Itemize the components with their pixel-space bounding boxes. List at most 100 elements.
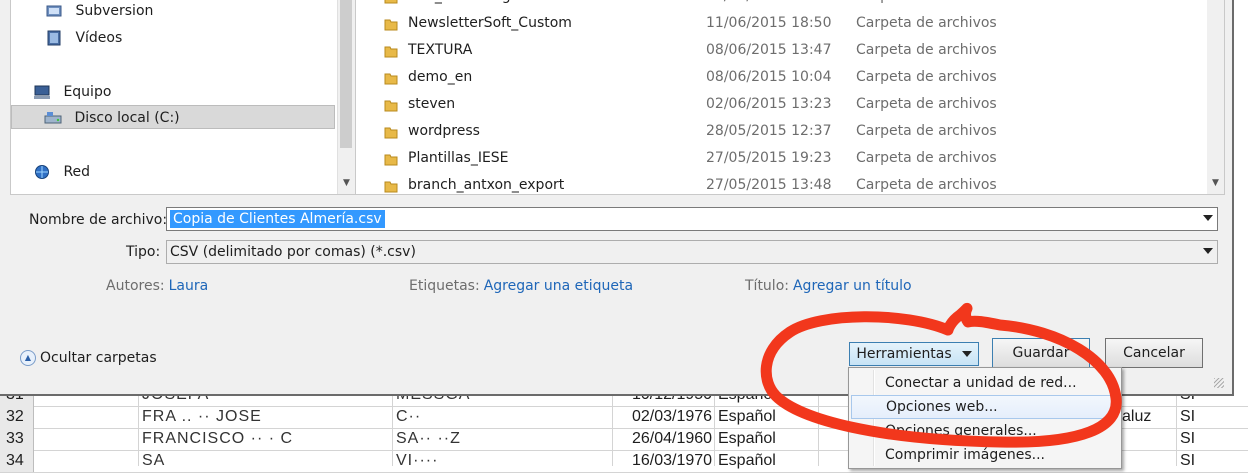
title-label: Título: <box>745 278 789 294</box>
drive-icon <box>44 112 62 124</box>
type-label: Tipo: <box>126 244 161 260</box>
language-cell[interactable]: Español <box>718 428 814 450</box>
network-icon <box>35 165 49 179</box>
nav-item-label: Red <box>63 164 91 180</box>
file-row[interactable]: TEXTURA 08/06/2015 13:47 Carpeta de arch… <box>356 37 1206 64</box>
menu-item-compress-pictures[interactable]: Comprimir imágenes... <box>851 443 1117 467</box>
language-cell[interactable]: Español <box>718 406 814 428</box>
folder-icon <box>384 19 398 31</box>
chevron-down-icon[interactable] <box>1203 248 1213 254</box>
file-row[interactable]: Plantillas_IESE 27/05/2015 19:23 Carpeta… <box>356 145 1206 172</box>
flag-cell[interactable]: SI <box>1180 406 1240 428</box>
date-cell[interactable]: 16/03/1970 <box>632 450 712 472</box>
nav-item-videos[interactable]: Vídeos <box>45 26 122 50</box>
file-date: 08/06/2015 10:04 <box>706 69 832 85</box>
date-cell[interactable]: 02/03/1976 <box>632 406 712 428</box>
save-button[interactable]: Guardar <box>992 338 1090 368</box>
file-name: branch_antxon_export <box>408 177 565 193</box>
chevron-up-icon[interactable]: ▲ <box>20 350 36 366</box>
file-row[interactable]: branch_antxon_export 27/05/2015 13:48 Ca… <box>356 172 1206 199</box>
authors-value[interactable]: Laura <box>169 278 209 294</box>
authors-label: Autores: <box>106 278 165 294</box>
videos-icon <box>47 30 61 46</box>
tags-field[interactable]: Etiquetas: Agregar una etiqueta <box>409 278 633 294</box>
surname-cell[interactable]: VI···· <box>396 450 606 472</box>
cancel-button[interactable]: Cancelar <box>1105 338 1203 368</box>
row-number[interactable]: 33 <box>0 428 34 450</box>
menu-item-map-network-drive[interactable]: Conectar a unidad de red... <box>851 371 1117 395</box>
tags-label: Etiquetas: <box>409 278 480 294</box>
chevron-down-icon <box>961 351 972 357</box>
file-name: NewsletterSoft_Custom <box>408 15 572 31</box>
file-name: wordpress <box>408 123 480 139</box>
file-list[interactable]: test_edmdiseghes 12/06/2015 17:26 Carpet… <box>355 0 1225 195</box>
menu-item-label: Comprimir imágenes... <box>885 447 1045 463</box>
tools-label: Herramientas <box>856 346 952 362</box>
file-date: 08/06/2015 13:47 <box>706 42 832 58</box>
surname-cell[interactable]: C·· <box>396 406 606 428</box>
folder-icon <box>384 0 398 4</box>
authors-field[interactable]: Autores: Laura <box>106 278 208 294</box>
chevron-down-icon[interactable] <box>1203 215 1213 221</box>
folder-icon <box>384 127 398 139</box>
name-cell[interactable]: FRA .. ·· JOSE <box>142 406 382 428</box>
scroll-down-icon[interactable]: ▼ <box>1207 178 1224 188</box>
file-list-scrollbar[interactable]: ▼ <box>1207 0 1224 194</box>
file-row[interactable]: demo_en 08/06/2015 10:04 Carpeta de arch… <box>356 64 1206 91</box>
file-date: 11/06/2015 18:50 <box>706 15 832 31</box>
file-row[interactable]: NewsletterSoft_Custom 11/06/2015 18:50 C… <box>356 10 1206 37</box>
file-date: 27/05/2015 13:48 <box>706 177 832 193</box>
language-cell[interactable]: Español <box>718 450 814 472</box>
folder-icon <box>384 46 398 58</box>
file-date: 12/06/2015 17:26 <box>706 0 832 10</box>
computer-icon <box>34 85 50 99</box>
tags-value[interactable]: Agregar una etiqueta <box>484 278 633 294</box>
scroll-down-icon[interactable]: ▼ <box>338 178 355 188</box>
folder-icon <box>384 181 398 193</box>
file-name: test_edmdiseghes <box>408 0 535 10</box>
resize-grip[interactable] <box>1214 378 1224 388</box>
title-value[interactable]: Agregar un título <box>793 278 912 294</box>
tools-button[interactable]: Herramientas <box>849 342 979 366</box>
file-name: TEXTURA <box>408 42 473 58</box>
file-type: Carpeta de archivos <box>856 15 997 31</box>
file-type: Carpeta de archivos <box>856 177 997 193</box>
name-cell[interactable]: SA <box>142 450 382 472</box>
row-number[interactable]: 32 <box>0 406 34 428</box>
tools-menu: Conectar a unidad de red... Opciones web… <box>848 367 1122 469</box>
file-type-select[interactable]: CSV (delimitado por comas) (*.csv) <box>166 240 1218 264</box>
nav-scroll-thumb[interactable] <box>340 0 352 148</box>
nav-item-label: Vídeos <box>75 30 123 46</box>
filename-input[interactable]: Copia de Clientes Almería.csv <box>166 207 1218 231</box>
hide-folders-label: Ocultar carpetas <box>40 350 157 366</box>
file-row[interactable]: steven 02/06/2015 13:23 Carpeta de archi… <box>356 91 1206 118</box>
nav-item-red[interactable]: Red <box>33 160 90 184</box>
nav-item-label: Disco local (C:) <box>74 110 180 126</box>
surname-cell[interactable]: SA·· ··Z <box>396 428 606 450</box>
folder-icon <box>384 73 398 85</box>
flag-cell[interactable]: SI <box>1180 428 1240 450</box>
folder-icon <box>384 154 398 166</box>
title-field[interactable]: Título: Agregar un título <box>745 278 912 294</box>
file-row[interactable]: test_edmdiseghes 12/06/2015 17:26 Carpet… <box>356 0 1206 10</box>
file-name: steven <box>408 96 456 112</box>
subversion-icon <box>46 5 62 17</box>
navigation-pane[interactable]: Subversion Vídeos Equipo Disco local (C:… <box>10 0 356 195</box>
nav-item-local-disk[interactable]: Disco local (C:) <box>11 105 335 129</box>
nav-item-equipo[interactable]: Equipo <box>33 80 111 104</box>
name-cell[interactable]: FRANCISCO ·· · C <box>142 428 382 450</box>
flag-cell[interactable]: SI <box>1180 450 1240 472</box>
nav-scrollbar[interactable]: ▼ <box>337 0 355 194</box>
region-cell[interactable]: aluz <box>1122 406 1174 428</box>
file-date: 27/05/2015 19:23 <box>706 150 832 166</box>
hide-folders-toggle[interactable]: ▲ Ocultar carpetas <box>20 350 157 366</box>
cancel-label: Cancelar <box>1123 345 1185 361</box>
row-number[interactable]: 34 <box>0 450 34 472</box>
nav-item-subversion[interactable]: Subversion <box>45 0 153 23</box>
file-name: demo_en <box>408 69 473 85</box>
menu-item-web-options[interactable]: Opciones web... <box>851 395 1117 419</box>
file-type: Carpeta de archivos <box>856 150 997 166</box>
date-cell[interactable]: 26/04/1960 <box>632 428 712 450</box>
menu-item-general-options[interactable]: Opciones generales... <box>851 419 1117 443</box>
file-row[interactable]: wordpress 28/05/2015 12:37 Carpeta de ar… <box>356 118 1206 145</box>
